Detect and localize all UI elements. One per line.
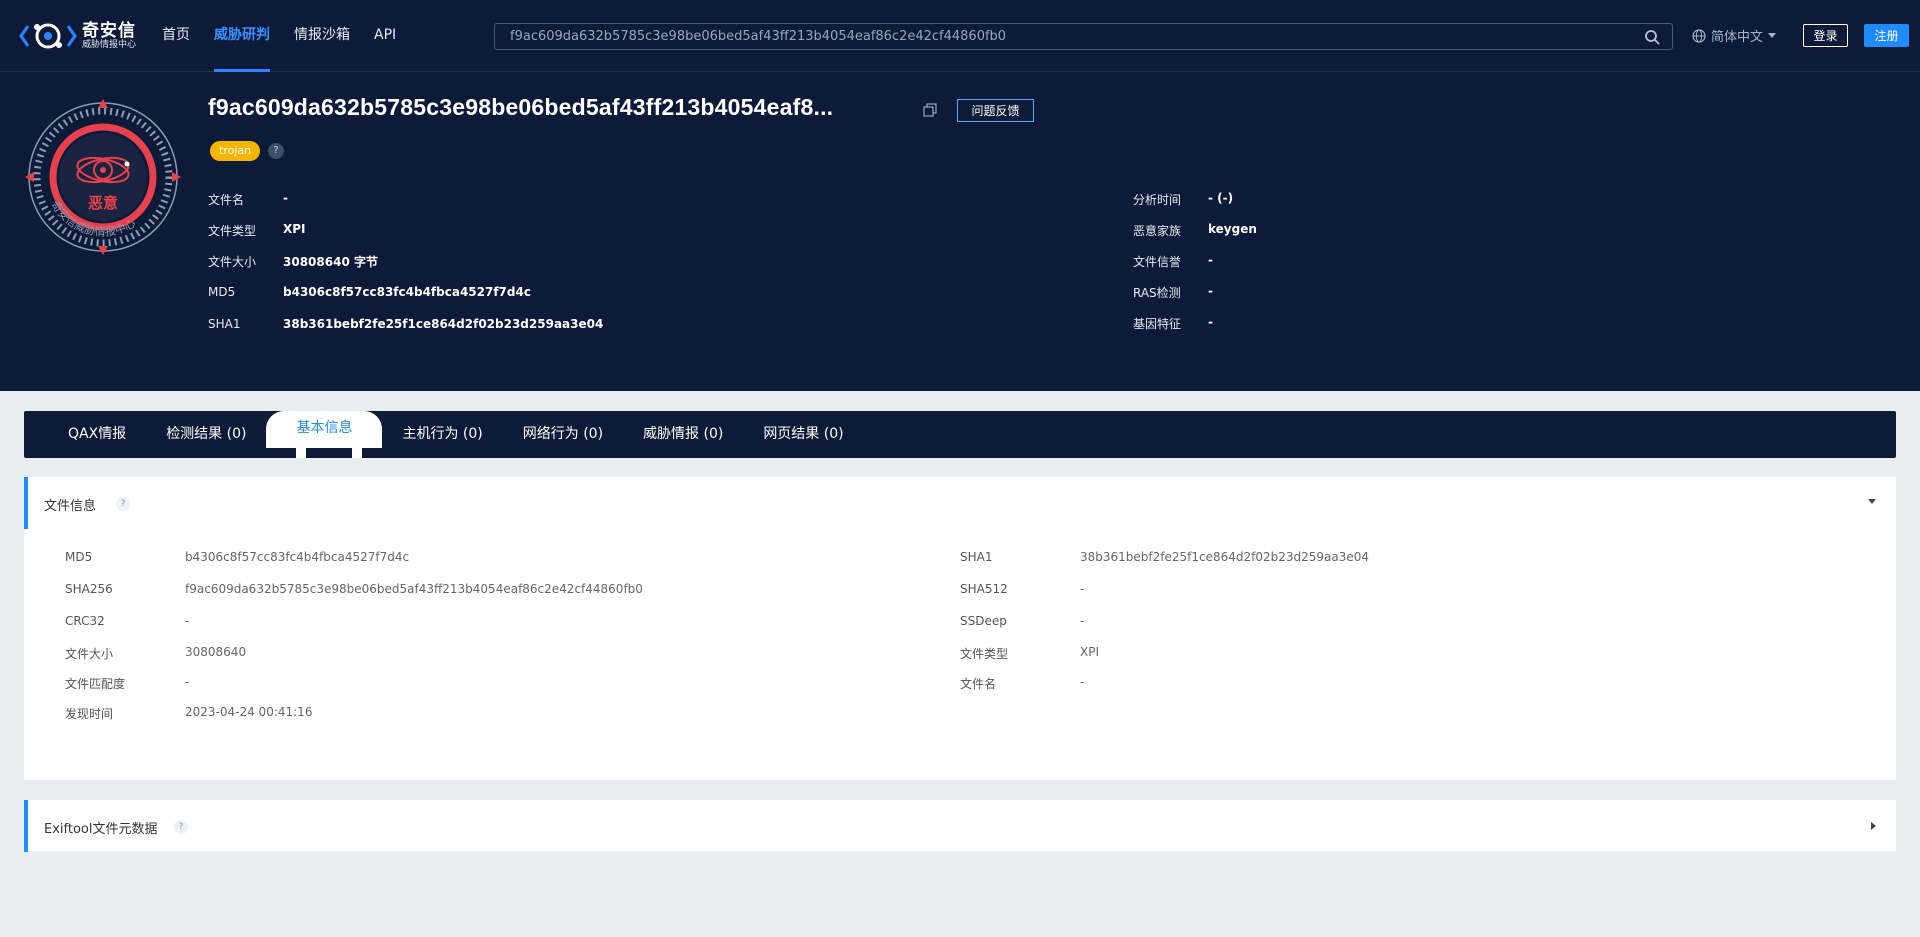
copy-icon[interactable] [923,103,937,117]
field-value: keygen [1208,222,1257,236]
expand-icon[interactable] [1871,822,1876,830]
help-icon[interactable]: ? [116,497,130,511]
info-value: 30808640 [185,645,247,659]
exiftool-header[interactable]: Exiftool文件元数据 ? [24,800,1896,852]
field-value: - (-) [1208,191,1234,205]
logo-icon [19,23,77,49]
tab-threat-intel[interactable]: 威胁情报 (0) [623,411,743,458]
field-value: - [1208,253,1213,267]
info-value: 2023-04-24 00:41:16 [185,705,313,719]
field-label: 恶意家族 [1133,224,1182,238]
field-value: b4306c8f57cc83fc4b4fbca4527f7d4c [283,285,531,299]
main-nav: 首页 威胁研判 情报沙箱 API [150,0,408,72]
file-hash-title: f9ac609da632b5785c3e98be06bed5af43ff213b… [208,94,834,120]
field-value: XPI [283,222,306,236]
badge-label: 恶意 [88,194,118,212]
nav-item-sandbox[interactable]: 情报沙箱 [282,0,362,72]
info-value: - [1080,582,1085,596]
info-label: MD5 [65,550,93,564]
field-label: 文件大小 [208,255,257,269]
nav-item-home[interactable]: 首页 [150,0,202,72]
search-input[interactable] [495,24,1672,49]
info-value: - [185,614,190,628]
tab-qax-intel[interactable]: QAX情报 [48,411,146,458]
info-label: 文件匹配度 [65,677,126,691]
field-label: 分析时间 [1133,193,1182,207]
tab-host-behavior[interactable]: 主机行为 (0) [382,411,502,458]
register-button[interactable]: 注册 [1864,24,1909,47]
field-label: 文件名 [208,193,245,207]
field-value: - [283,191,288,205]
help-icon[interactable]: ? [268,143,284,159]
tab-basic-info[interactable]: 基本信息 [266,411,383,458]
feedback-button[interactable]: 问题反馈 [957,99,1034,122]
field-label: RAS检测 [1133,286,1181,300]
info-label: SHA1 [960,550,993,564]
tab-detection-results[interactable]: 检测结果 (0) [146,411,266,458]
tab-webpage-results[interactable]: 网页结果 (0) [743,411,863,458]
info-value: - [1080,614,1085,628]
qianxin-logo[interactable]: 奇安信 威胁情报中心 [18,18,136,54]
malicious-badge-icon: 恶意 奇安信威胁情报中心 [25,99,181,255]
nav-item-threat-analysis[interactable]: 威胁研判 [202,0,282,72]
globe-icon [1692,28,1706,43]
panel-title: 文件信息 [44,499,97,514]
threat-tag-trojan[interactable]: trojan [210,141,261,161]
search-box [494,23,1673,50]
field-value: - [1208,284,1213,298]
result-tabs: QAX情报 检测结果 (0) 基本信息 主机行为 (0) 网络行为 (0) 威胁… [24,411,1896,458]
language-selector[interactable]: 简体中文 [1692,26,1777,45]
field-label: 基因特征 [1133,317,1182,331]
logo-name: 奇安信 [82,20,136,41]
info-label: 文件名 [960,677,997,691]
search-icon[interactable] [1644,29,1660,45]
field-value: 30808640 字节 [283,255,378,269]
logo-subtitle: 威胁情报中心 [82,39,137,50]
help-icon[interactable]: ? [174,820,188,834]
info-label: 发现时间 [65,707,114,721]
field-label: SHA1 [208,317,241,331]
info-label: 文件大小 [65,647,114,661]
info-label: SHA512 [960,582,1008,596]
language-label: 简体中文 [1711,30,1764,45]
info-label: SSDeep [960,614,1007,628]
file-info-panel: 文件信息 ? MD5 b4306c8f57cc83fc4b4fbca4527f7… [24,477,1896,780]
file-info-header[interactable]: 文件信息 ? [24,477,1896,529]
panel-title: Exiftool文件元数据 [44,822,158,837]
top-navbar: 奇安信 威胁情报中心 首页 威胁研判 情报沙箱 API 简体中文 登录 注册 [0,0,1920,72]
file-summary-header: 恶意 奇安信威胁情报中心 f9ac609da632b5785c3e98be06b… [0,72,1920,391]
collapse-icon[interactable] [1868,499,1876,504]
login-button[interactable]: 登录 [1803,24,1848,47]
info-value: f9ac609da632b5785c3e98be06bed5af43ff213b… [185,582,643,596]
info-label: CRC32 [65,614,105,628]
info-value: - [185,675,190,689]
field-label: 文件类型 [208,224,257,238]
field-label: 文件信誉 [1133,255,1182,269]
info-value: 38b361bebf2fe25f1ce864d2f02b23d259aa3e04 [1080,550,1370,564]
field-value: 38b361bebf2fe25f1ce864d2f02b23d259aa3e04 [283,317,604,331]
chevron-down-icon [1768,33,1777,38]
info-value: b4306c8f57cc83fc4b4fbca4527f7d4c [185,550,410,564]
field-value: - [1208,315,1213,329]
info-label: SHA256 [65,582,113,596]
info-value: - [1080,675,1085,689]
exiftool-panel: Exiftool文件元数据 ? [24,800,1896,852]
info-value: XPI [1080,645,1099,659]
field-label: MD5 [208,285,236,299]
nav-item-api[interactable]: API [362,0,408,72]
info-label: 文件类型 [960,647,1009,661]
tab-network-behavior[interactable]: 网络行为 (0) [503,411,623,458]
